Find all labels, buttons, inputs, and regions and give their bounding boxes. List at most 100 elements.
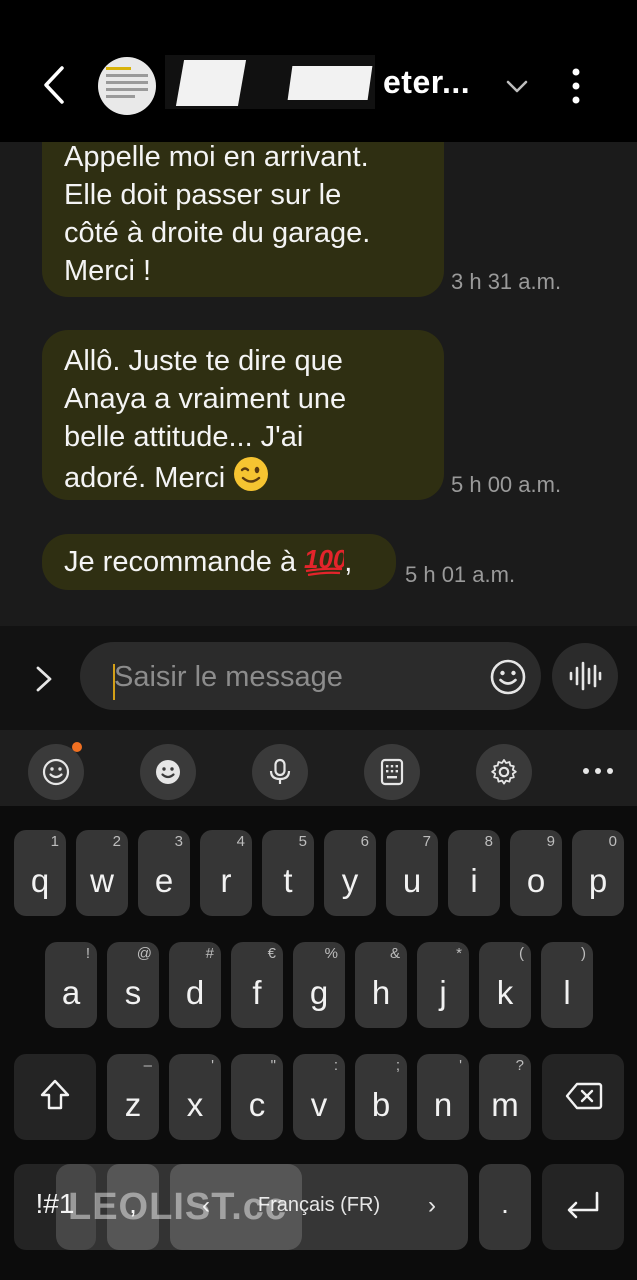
key-v[interactable]: :v [293, 1054, 345, 1140]
message-bubble[interactable]: Je recommande à 100 , [42, 534, 396, 590]
contact-avatar[interactable] [98, 57, 156, 115]
backspace-icon [565, 1082, 603, 1110]
back-arrow-icon[interactable] [36, 62, 76, 108]
key-z[interactable]: – z [107, 1054, 159, 1140]
key-hint: € [267, 945, 276, 962]
emoji-icon[interactable] [489, 658, 527, 696]
key-label: g [309, 974, 329, 1011]
key-label: f [252, 974, 262, 1011]
key-l[interactable]: ) l [541, 942, 593, 1028]
message-input[interactable] [114, 661, 474, 694]
key-k[interactable]: (k [479, 942, 531, 1028]
key-hint: – [143, 1057, 152, 1074]
key-label: t [283, 862, 293, 899]
key-r[interactable]: 4r [200, 830, 252, 916]
key-label: n [433, 1086, 453, 1123]
redaction-mark [175, 60, 247, 106]
more-options-icon[interactable] [562, 64, 590, 108]
enter-key[interactable] [542, 1164, 624, 1250]
voice-record-button[interactable] [552, 643, 618, 709]
key-hint: 4 [236, 833, 245, 850]
key-s[interactable]: @ s [107, 942, 159, 1028]
key-label: i [470, 862, 478, 899]
shift-icon [40, 1079, 70, 1110]
message-timestamp: 5 h 01 a.m. [405, 562, 516, 587]
language-right-icon: › [428, 1192, 436, 1219]
key-label: s [124, 974, 142, 1011]
key-label: p [588, 862, 608, 899]
key-a[interactable]: ! a [45, 942, 97, 1028]
emoji-panel-button[interactable] [28, 744, 84, 800]
key-t[interactable]: 5t [262, 830, 314, 916]
key-hint: 6 [360, 833, 369, 850]
key-hint: & [389, 945, 400, 962]
message-timestamp: 5 h 00 a.m. [451, 472, 562, 497]
key-x[interactable]: ' x [169, 1054, 221, 1140]
key-g[interactable]: % g [293, 942, 345, 1028]
key-hint: ? [515, 1057, 524, 1074]
more-horizontal-icon[interactable] [578, 756, 618, 786]
key-e[interactable]: 3e [138, 830, 190, 916]
key-u[interactable]: 7u [386, 830, 438, 916]
watermark: LEOLIST.cc [56, 1164, 302, 1250]
chevron-down-icon[interactable] [503, 72, 531, 100]
message-bubble[interactable]: Appelle moi en arrivant. Elle doit passe… [42, 142, 444, 297]
key-label: d [185, 974, 205, 1011]
key-h[interactable]: & h [355, 942, 407, 1028]
keyboard-mode-button[interactable] [364, 744, 420, 800]
key-w[interactable]: 2w [76, 830, 128, 916]
key-hint: ) [581, 945, 586, 962]
key-c[interactable]: " c [231, 1054, 283, 1140]
watermark-text: LEOLIST.cc [68, 1186, 288, 1228]
enter-icon [567, 1191, 599, 1219]
period-key[interactable]: . [479, 1164, 531, 1250]
waveform-icon [569, 661, 602, 691]
bitmoji-button[interactable] [140, 744, 196, 800]
key-q[interactable]: 1q [14, 830, 66, 916]
key-n[interactable]: ' n [417, 1054, 469, 1140]
key-b[interactable]: ; b [355, 1054, 407, 1140]
key-hint: ' [211, 1057, 214, 1074]
expand-attachments-icon[interactable] [28, 664, 58, 694]
shift-key[interactable] [14, 1054, 96, 1140]
key-hint: " [270, 1057, 276, 1074]
keyboard-settings-button[interactable] [476, 744, 532, 800]
key-label: k [496, 974, 514, 1011]
backspace-key[interactable] [542, 1054, 624, 1140]
key-label: o [526, 862, 546, 899]
message-text: Je recommande à [64, 546, 297, 578]
key-o[interactable]: 9o [510, 830, 562, 916]
key-hint: 8 [484, 833, 493, 850]
message-bubble[interactable]: Allô. Juste te dire que Anaya a vraiment… [42, 330, 444, 500]
key-i[interactable]: 8i [448, 830, 500, 916]
key-label: r [220, 862, 232, 899]
key-label: z [124, 1086, 142, 1123]
key-hint: 7 [422, 833, 431, 850]
key-d[interactable]: # d [169, 942, 221, 1028]
key-label: c [248, 1086, 266, 1123]
key-hint: 2 [112, 833, 121, 850]
key-f[interactable]: € f [231, 942, 283, 1028]
key-label: u [402, 862, 422, 899]
key-j[interactable]: * j [417, 942, 469, 1028]
key-hint: ; [395, 1057, 400, 1074]
key-label: a [61, 974, 81, 1011]
message-list[interactable]: Appelle moi en arrivant. Elle doit passe… [0, 142, 637, 626]
key-hint: : [333, 1057, 338, 1074]
key-m[interactable]: ? m [479, 1054, 531, 1140]
notification-dot [72, 742, 82, 752]
key-p[interactable]: 0p [572, 830, 624, 916]
key-hint: 5 [298, 833, 307, 850]
key-y[interactable]: 6y [324, 830, 376, 916]
key-label: y [341, 862, 359, 899]
contact-name[interactable]: eter... [383, 64, 470, 101]
key-hint: @ [136, 945, 152, 962]
voice-input-button[interactable] [252, 744, 308, 800]
key-hint: 9 [546, 833, 555, 850]
sticker-face-icon [156, 760, 180, 784]
key-label: w [90, 862, 114, 899]
key-label: h [371, 974, 391, 1011]
hundred-points-emoji: 100 [304, 542, 348, 586]
message-text: Appelle moi en arrivant. Elle doit passe… [64, 142, 371, 287]
key-hint: 3 [174, 833, 183, 850]
